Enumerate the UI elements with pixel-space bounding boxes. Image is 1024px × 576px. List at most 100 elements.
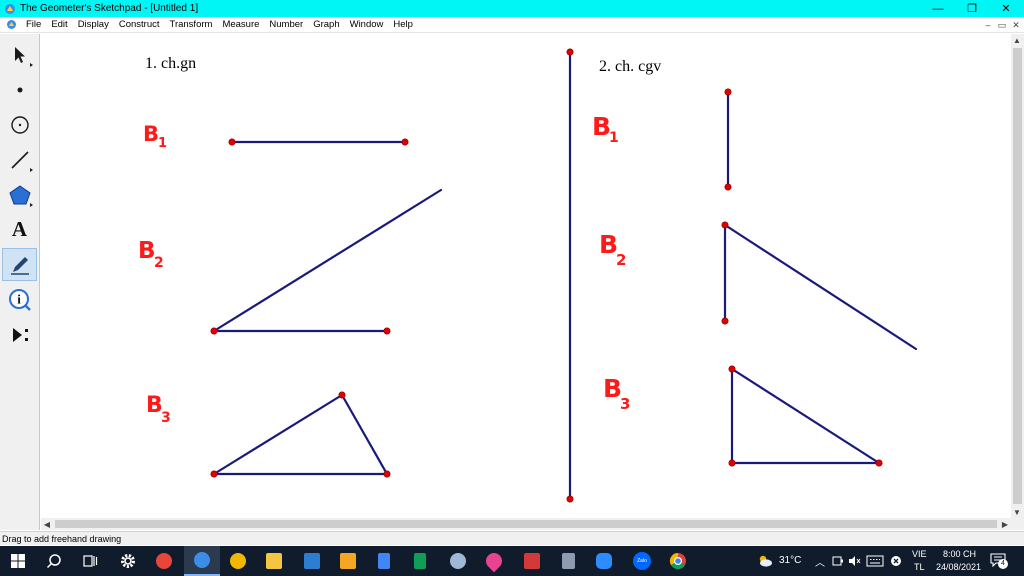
menu-graph[interactable]: Graph (308, 17, 344, 33)
document-icon[interactable] (6, 19, 17, 30)
docs-app-icon (378, 553, 390, 569)
triangle-b3-left[interactable] (210, 393, 389, 476)
taskbar-app[interactable] (476, 546, 512, 576)
point-tool[interactable] (2, 73, 37, 106)
taskbar-app[interactable] (514, 546, 550, 576)
close-button[interactable]: ✕ (989, 0, 1023, 17)
point[interactable] (728, 459, 736, 467)
settings-button[interactable] (110, 546, 146, 576)
marker-tool[interactable] (2, 248, 37, 281)
temperature-text[interactable]: 31°C (779, 555, 801, 566)
point[interactable] (724, 88, 732, 96)
menu-construct[interactable]: Construct (114, 17, 165, 33)
taskbar-app[interactable]: Zalo (624, 546, 660, 576)
keyboard-icon[interactable] (866, 555, 884, 567)
taskbar-app[interactable] (402, 546, 438, 576)
ray-b2-right[interactable] (723, 223, 918, 351)
text-tool[interactable]: A (2, 213, 37, 246)
notification-center-button[interactable]: 4 (990, 553, 1008, 569)
point[interactable] (566, 495, 574, 503)
handwritten-label-b2-left[interactable]: B (138, 238, 156, 264)
point[interactable] (721, 317, 729, 325)
point[interactable] (566, 48, 574, 56)
minimize-button[interactable]: — (921, 0, 955, 17)
point[interactable] (721, 221, 729, 229)
scroll-left-icon[interactable]: ◀ (41, 518, 53, 530)
point[interactable] (401, 138, 409, 146)
scroll-down-icon[interactable]: ▼ (1011, 506, 1023, 518)
restore-button[interactable]: ❐ (955, 0, 989, 17)
custom-tool[interactable] (2, 318, 37, 351)
point[interactable] (383, 470, 391, 478)
search-button[interactable] (36, 546, 72, 576)
handwritten-sub-b1-left[interactable]: 1 (158, 136, 167, 151)
ray-b2-left[interactable] (212, 188, 443, 333)
point[interactable] (228, 138, 236, 146)
clock-time[interactable]: 8:00 CH (943, 549, 976, 559)
compass-tool[interactable] (2, 108, 37, 141)
task-view-button[interactable] (72, 546, 108, 576)
chevron-up-icon[interactable]: ︿ (815, 554, 825, 569)
scroll-right-icon[interactable]: ▶ (999, 518, 1011, 530)
menu-measure[interactable]: Measure (217, 17, 264, 33)
horizontal-scroll-thumb[interactable] (55, 520, 997, 528)
point[interactable] (875, 459, 883, 467)
taskbar-app[interactable] (550, 546, 586, 576)
taskbar-app[interactable] (220, 546, 256, 576)
point[interactable] (724, 183, 732, 191)
notification-count-badge: 4 (998, 559, 1008, 569)
sketch-drawing[interactable]: B 1 B 2 B 3 B 1 B 2 B 3 (41, 34, 1011, 518)
handwritten-sub-b2-left[interactable]: 2 (154, 255, 164, 271)
menu-display[interactable]: Display (73, 17, 114, 33)
straightedge-tool[interactable] (2, 143, 37, 176)
vertical-scroll-thumb[interactable] (1013, 48, 1022, 504)
close-circle-icon[interactable] (890, 555, 902, 567)
handwritten-sub-b1-right[interactable]: 1 (609, 130, 619, 146)
battery-icon[interactable] (832, 555, 844, 567)
drop-app-icon (482, 549, 506, 573)
menu-file[interactable]: File (21, 17, 46, 33)
input-language-top[interactable]: VIE (912, 549, 927, 559)
taskbar-app[interactable] (586, 546, 622, 576)
taskbar-app[interactable] (660, 546, 696, 576)
triangle-b3-right[interactable] (730, 366, 883, 465)
taskbar-app[interactable] (330, 546, 366, 576)
point[interactable] (338, 391, 346, 399)
handwritten-sub-b2-right[interactable]: 2 (616, 251, 626, 269)
compass-tool-icon (10, 115, 29, 134)
document-close-button[interactable]: ✕ (1010, 17, 1022, 33)
menu-help[interactable]: Help (388, 17, 418, 33)
document-restore-button[interactable]: ▭ (996, 17, 1008, 33)
start-button[interactable] (0, 546, 36, 576)
taskbar-app[interactable] (366, 546, 402, 576)
weather-cloud-icon[interactable] (757, 554, 773, 568)
handwritten-sub-b3-right[interactable]: 3 (620, 395, 630, 413)
menu-number[interactable]: Number (264, 17, 308, 33)
information-tool[interactable]: i (2, 283, 37, 316)
taskbar-app-sketchpad[interactable] (184, 546, 220, 576)
polygon-tool[interactable] (2, 178, 37, 211)
point[interactable] (210, 470, 218, 478)
point[interactable] (728, 365, 736, 373)
speaker-icon[interactable] (848, 555, 862, 567)
menu-edit[interactable]: Edit (46, 17, 72, 33)
taskbar-app[interactable] (294, 546, 330, 576)
scroll-up-icon[interactable]: ▲ (1011, 34, 1023, 46)
arrow-tool[interactable] (2, 38, 37, 71)
document-minimize-button[interactable]: – (982, 17, 994, 33)
clock-date[interactable]: 24/08/2021 (936, 562, 981, 572)
input-language-bottom[interactable]: TL (914, 562, 925, 572)
vertical-scrollbar[interactable]: ▲ ▼ (1011, 34, 1024, 518)
point[interactable] (383, 327, 391, 335)
sketch-canvas[interactable]: 1. ch.gn 2. ch. cgv B 1 B 2 B 3 B 1 B 2 … (41, 34, 1011, 518)
menu-transform[interactable]: Transform (165, 17, 218, 33)
point[interactable] (210, 327, 218, 335)
horizontal-scrollbar[interactable]: ◀ ▶ (41, 518, 1011, 530)
taskbar-app[interactable] (146, 546, 182, 576)
taskbar-app[interactable] (256, 546, 292, 576)
menu-window[interactable]: Window (345, 17, 389, 33)
information-tool-icon: i (8, 288, 31, 311)
handwritten-label-b1-left[interactable]: B (143, 122, 159, 146)
taskbar-app[interactable] (440, 546, 476, 576)
handwritten-sub-b3-left[interactable]: 3 (161, 410, 171, 426)
